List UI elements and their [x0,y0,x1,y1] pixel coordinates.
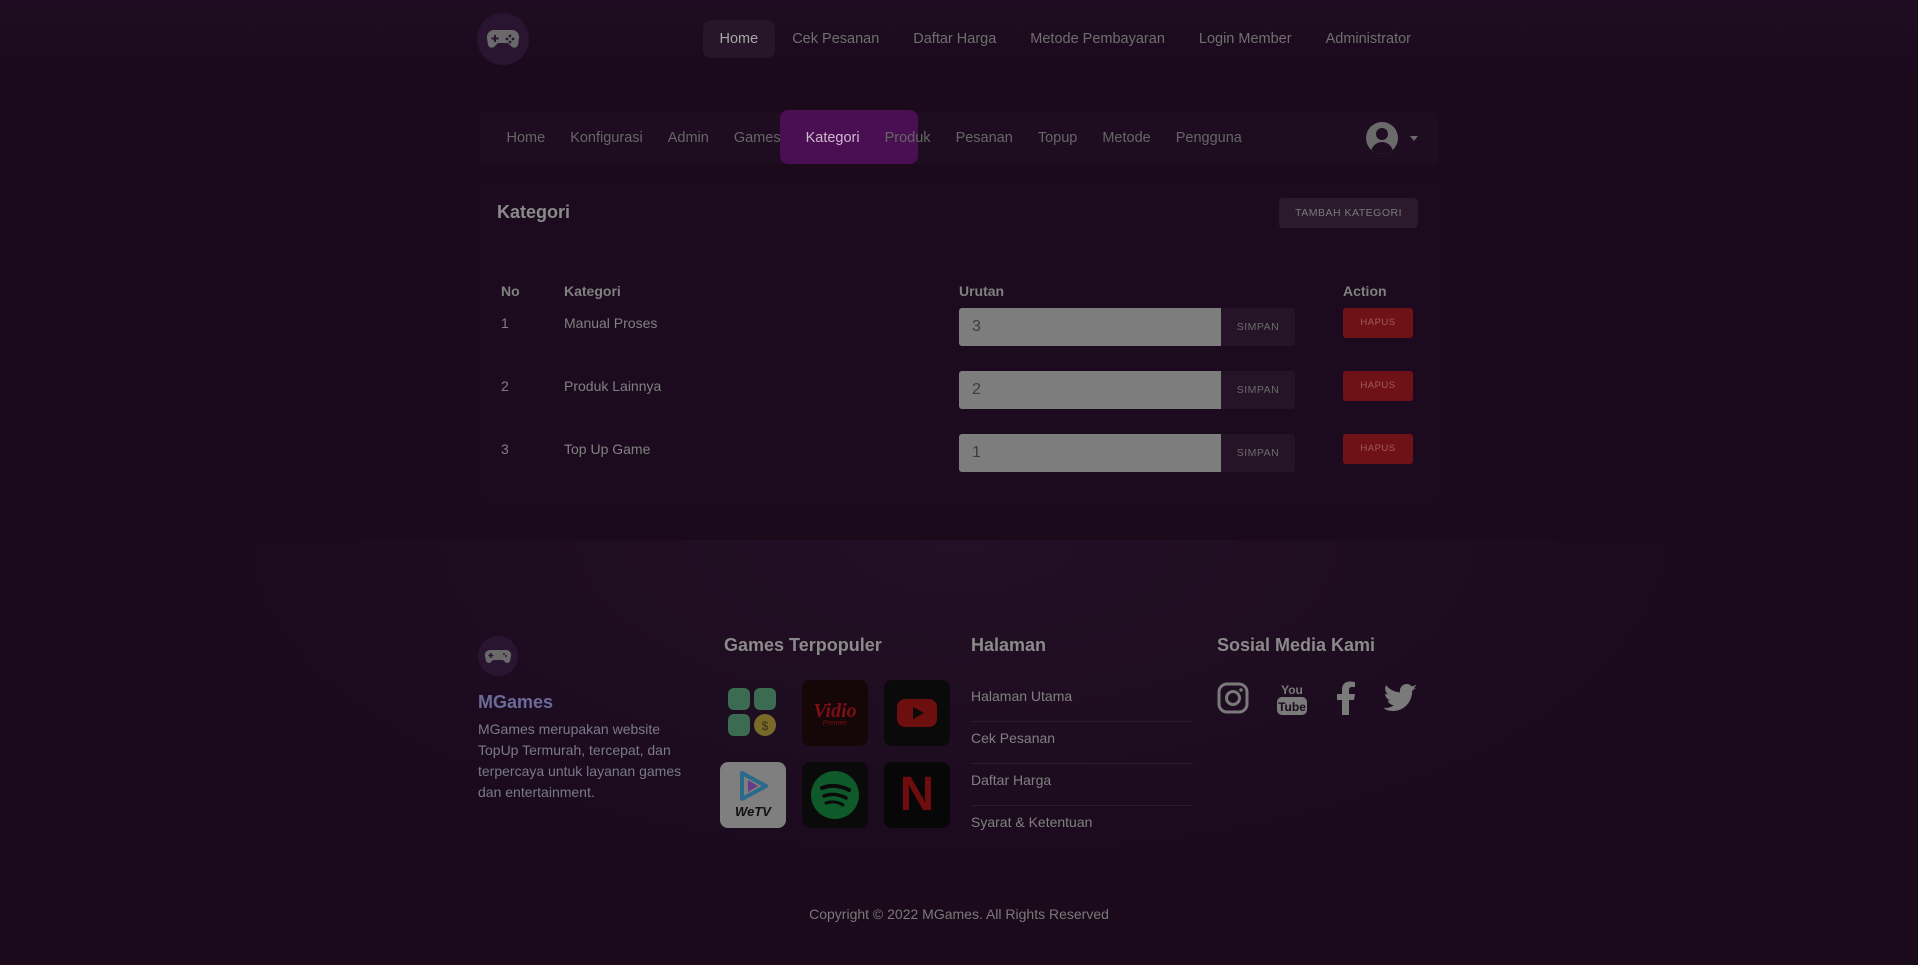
table-row: 3 Top Up Game SIMPAN HAPUS [497,430,1438,493]
top-navbar: Home Cek Pesanan Daftar Harga Metode Pem… [0,0,1918,80]
admin-nav-kategori[interactable]: Kategori [793,112,872,164]
simpan-button[interactable]: SIMPAN [1221,371,1295,409]
pages-title: Halaman [971,635,1047,655]
popular-games-grid: $ Vidio Premier WeTV N [720,680,950,828]
admin-nav-pesanan[interactable]: Pesanan [943,112,1025,164]
app-grid-icon[interactable]: $ [720,680,786,746]
admin-nav-games[interactable]: Games [721,112,793,164]
add-kategori-button[interactable]: TAMBAH KATEGORI [1279,198,1418,228]
youtube-icon[interactable]: You Tube [1276,680,1308,716]
header-no: No [501,283,520,299]
svg-text:You: You [1281,683,1303,697]
nav-metode-pembayaran[interactable]: Metode Pembayaran [1013,20,1182,58]
svg-text:$: $ [762,719,769,733]
admin-nav-home[interactable]: Home [494,112,558,164]
user-avatar-icon[interactable] [1366,122,1398,154]
gamepad-icon [478,636,518,676]
netflix-logo[interactable]: N [884,762,950,828]
admin-nav-topup[interactable]: Topup [1025,112,1090,164]
kategori-table: No Kategori Urutan Action 1 Manual Prose… [497,278,1438,493]
table-row: 2 Produk Lainnya SIMPAN HAPUS [497,367,1438,430]
nav-administrator[interactable]: Administrator [1309,20,1428,58]
header-urutan: Urutan [959,283,1005,299]
admin-nav-konfigurasi[interactable]: Konfigurasi [558,112,656,164]
nav-daftar-harga[interactable]: Daftar Harga [896,20,1013,58]
admin-navbar: Home Konfigurasi Admin Games Kategori Pr… [480,110,1438,164]
link-syarat-ketentuan[interactable]: Syarat & Ketentuan [971,806,1193,848]
svg-text:Tube: Tube [1278,700,1306,714]
chevron-down-icon[interactable] [1410,136,1418,141]
urutan-input[interactable] [959,371,1221,409]
spotify-icon[interactable] [802,762,868,828]
admin-nav-pengguna[interactable]: Pengguna [1163,112,1254,164]
table-row: 1 Manual Proses SIMPAN HAPUS [497,304,1438,367]
admin-nav-admin[interactable]: Admin [655,112,721,164]
nav-login-member[interactable]: Login Member [1182,20,1309,58]
table-header-row: No Kategori Urutan Action [497,278,1438,304]
hapus-button[interactable]: HAPUS [1343,434,1413,464]
footer-brand: MGames [478,692,554,712]
copyright: Copyright © 2022 MGames. All Rights Rese… [809,906,1109,922]
hapus-button[interactable]: HAPUS [1343,371,1413,401]
row-no: 1 [501,315,509,331]
footer [0,540,1918,965]
twitter-icon[interactable] [1384,684,1418,712]
nav-home[interactable]: Home [702,20,776,58]
link-halaman-utama[interactable]: Halaman Utama [971,680,1193,722]
page-title: Kategori [497,202,571,222]
instagram-icon[interactable] [1217,682,1249,714]
wetv-logo[interactable]: WeTV [720,762,786,828]
social-title: Sosial Media Kami [1217,635,1376,655]
hapus-button[interactable]: HAPUS [1343,308,1413,338]
simpan-button[interactable]: SIMPAN [1221,308,1295,346]
main-nav: Home Cek Pesanan Daftar Harga Metode Pem… [702,20,1428,58]
link-cek-pesanan[interactable]: Cek Pesanan [971,722,1193,764]
urutan-input[interactable] [959,308,1221,346]
row-kategori: Manual Proses [564,315,658,331]
footer-logo[interactable] [478,636,518,676]
admin-nav-produk[interactable]: Produk [872,112,943,164]
row-kategori: Produk Lainnya [564,378,662,394]
row-kategori: Top Up Game [564,441,651,457]
header-kategori: Kategori [564,283,621,299]
simpan-button[interactable]: SIMPAN [1221,434,1295,472]
header-action: Action [1343,283,1387,299]
urutan-input[interactable] [959,434,1221,472]
row-no: 3 [501,441,509,457]
vidio-logo[interactable]: Vidio Premier [802,680,868,746]
footer-links: Halaman Utama Cek Pesanan Daftar Harga S… [971,680,1193,848]
social-links: You Tube [1217,680,1418,716]
youtube-icon[interactable] [884,680,950,746]
gamepad-icon [486,29,520,48]
link-daftar-harga[interactable]: Daftar Harga [971,764,1193,806]
footer-description: MGames merupakan website TopUp Termurah,… [478,721,682,800]
admin-nav-metode[interactable]: Metode [1090,112,1163,164]
brand-logo[interactable] [477,13,529,65]
facebook-icon[interactable] [1335,681,1357,715]
games-title: Games Terpopuler [724,635,882,655]
row-no: 2 [501,378,509,394]
nav-cek-pesanan[interactable]: Cek Pesanan [775,20,896,58]
kategori-card: Kategori TAMBAH KATEGORI No Kategori Uru… [480,180,1438,502]
